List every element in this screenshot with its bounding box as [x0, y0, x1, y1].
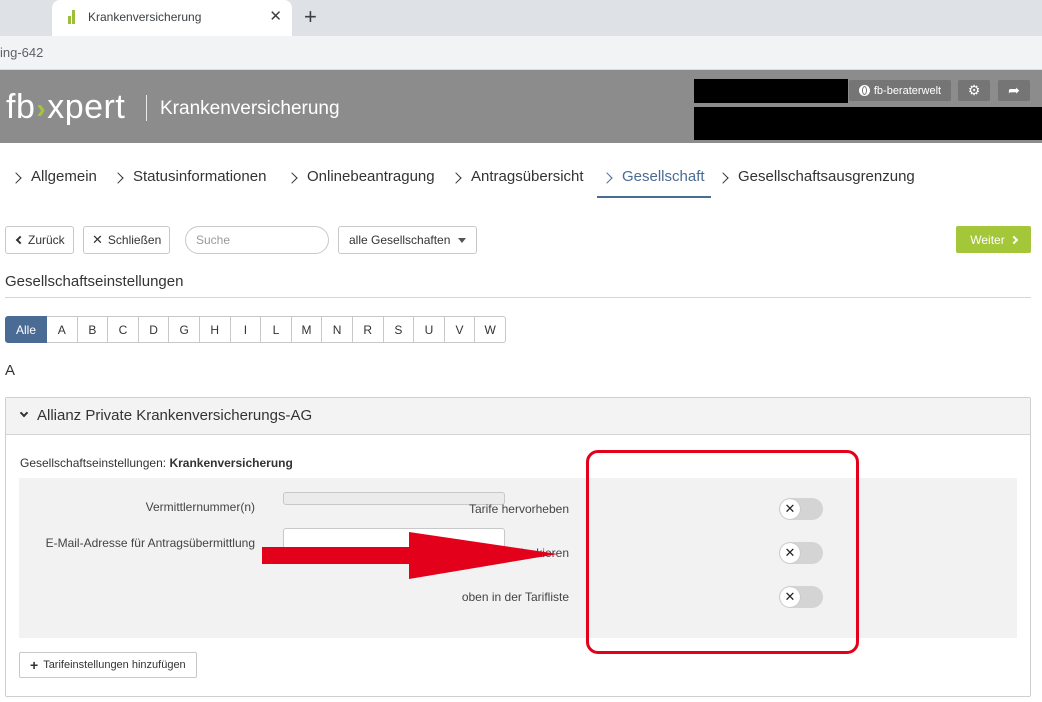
chevron-right-icon: [601, 172, 613, 184]
tab-label: Onlinebeantragung: [307, 168, 435, 185]
alpha-filter-a[interactable]: A: [47, 316, 78, 343]
settings-prefix: Gesellschaftseinstellungen:: [20, 456, 167, 470]
alpha-filter-n[interactable]: N: [322, 316, 353, 343]
chevron-down-icon: [19, 408, 29, 418]
next-button[interactable]: Weiter: [956, 226, 1031, 253]
alpha-filter-r[interactable]: R: [352, 316, 384, 343]
settings-type: Krankenversicherung: [169, 456, 293, 470]
new-tab-icon[interactable]: +: [304, 4, 317, 30]
chevron-right-icon: [112, 172, 124, 184]
tab-onlinebeantragung[interactable]: Onlinebeantragung: [282, 168, 435, 198]
chevron-right-icon: [10, 172, 22, 184]
close-label: Schließen: [107, 233, 162, 247]
section-divider: [5, 297, 1031, 298]
caret-down-icon: [458, 237, 467, 243]
next-label: Weiter: [970, 232, 1005, 247]
logout-button[interactable]: ➦: [998, 80, 1030, 101]
chevron-left-icon: [15, 235, 25, 245]
tab-gesellschaftsausgrenzung[interactable]: Gesellschaftsausgrenzung: [713, 168, 915, 198]
alphabet-filter: Alle A B C D G H I L M N R S U V W: [5, 316, 506, 343]
vermittler-label: Vermittlernummer(n): [145, 500, 255, 514]
company-filter-value: alle Gesellschaften: [349, 233, 451, 247]
add-tariff-label: Tarifeinstellungen hinzufügen: [43, 659, 186, 671]
alpha-filter-h[interactable]: H: [199, 316, 231, 343]
app-title: Krankenversicherung: [160, 98, 340, 119]
tab-statusinformationen[interactable]: Statusinformationen: [108, 168, 266, 198]
back-label: Zurück: [28, 233, 65, 247]
tab-label: Gesellschaftsausgrenzung: [738, 168, 915, 185]
alpha-filter-w[interactable]: W: [475, 316, 506, 343]
tab-gesellschaft[interactable]: Gesellschaft: [597, 168, 711, 198]
letter-group-heading: A: [5, 362, 16, 379]
search-input[interactable]: [185, 226, 329, 254]
company-settings-subtitle: Gesellschaftseinstellungen: Krankenversi…: [20, 456, 293, 470]
alpha-filter-m[interactable]: M: [291, 316, 323, 343]
app-header: fb › xpert Krankenversicherung fb-beraterw…: [0, 70, 1042, 143]
alpha-filter-s[interactable]: S: [383, 316, 415, 343]
close-tab-icon[interactable]: ✕: [269, 8, 282, 26]
toggle-label: Tarife hervorheben: [468, 502, 569, 516]
email-label: E-Mail-Adresse für Antragsübermittlung: [45, 536, 255, 550]
alpha-filter-g[interactable]: G: [169, 316, 200, 343]
tab-label: Allgemein: [31, 168, 97, 185]
close-button[interactable]: ✕ Schließen: [83, 226, 171, 254]
alpha-filter-l[interactable]: L: [261, 316, 292, 343]
alpha-filter-c[interactable]: C: [108, 316, 139, 343]
logo-chevron: ›: [36, 93, 47, 124]
annotation-arrow-icon: [262, 532, 558, 579]
fbxpert-logo[interactable]: fb › xpert: [6, 88, 125, 127]
tab-allgemein[interactable]: Allgemein: [6, 168, 97, 198]
company-filter-dropdown[interactable]: alle Gesellschaften: [338, 226, 478, 254]
settings-button[interactable]: ⚙: [958, 80, 990, 101]
tab-label: Gesellschaft: [622, 168, 705, 185]
tab-antragsuebersicht[interactable]: Antragsübersicht: [446, 168, 584, 198]
toggle-label: oben in der Tarifliste: [461, 590, 569, 604]
logo-text-left: fb: [6, 88, 36, 126]
url-text[interactable]: ing-642: [0, 45, 43, 60]
company-panel-header[interactable]: Allianz Private Krankenversicherungs-AG: [6, 398, 1030, 435]
add-tariff-settings-button[interactable]: + Tarifeinstellungen hinzufügen: [19, 652, 197, 678]
plus-icon: +: [30, 657, 39, 673]
address-bar[interactable]: ing-642: [0, 36, 1042, 70]
redacted-area: [694, 79, 848, 103]
beraterwelt-label: fb-beraterwelt: [873, 84, 942, 97]
logo-divider: [146, 95, 147, 121]
globe-icon: [858, 85, 870, 96]
redacted-area: [694, 107, 1042, 140]
alpha-filter-b[interactable]: B: [77, 316, 109, 343]
app-favicon-icon: [68, 10, 78, 24]
chevron-right-icon: [450, 172, 462, 184]
close-icon: ✕: [92, 232, 103, 247]
browser-tab[interactable]: Krankenversicherung ✕: [52, 0, 292, 36]
tab-label: Antragsübersicht: [471, 168, 584, 185]
annotation-highlight-box: [586, 450, 859, 654]
browser-tab-title: Krankenversicherung: [88, 10, 202, 24]
browser-tab-bar: Krankenversicherung ✕ +: [0, 0, 1042, 36]
chevron-right-icon: [1009, 235, 1018, 244]
back-button[interactable]: Zurück: [5, 226, 74, 254]
tab-label: Statusinformationen: [133, 168, 267, 185]
logo-text-right: xpert: [47, 88, 126, 126]
chevron-right-icon: [717, 172, 729, 184]
section-title: Gesellschaftseinstellungen: [5, 273, 184, 290]
alpha-filter-d[interactable]: D: [138, 316, 170, 343]
beraterwelt-button[interactable]: fb-beraterwelt: [849, 80, 951, 101]
alpha-filter-alle[interactable]: Alle: [5, 316, 47, 343]
alpha-filter-u[interactable]: U: [414, 316, 445, 343]
alpha-filter-v[interactable]: V: [444, 316, 476, 343]
alpha-filter-i[interactable]: I: [230, 316, 262, 343]
chevron-right-icon: [286, 172, 298, 184]
company-name: Allianz Private Krankenversicherungs-AG: [37, 407, 313, 424]
logout-icon: ➦: [1008, 82, 1020, 98]
gear-icon: ⚙: [967, 82, 981, 98]
